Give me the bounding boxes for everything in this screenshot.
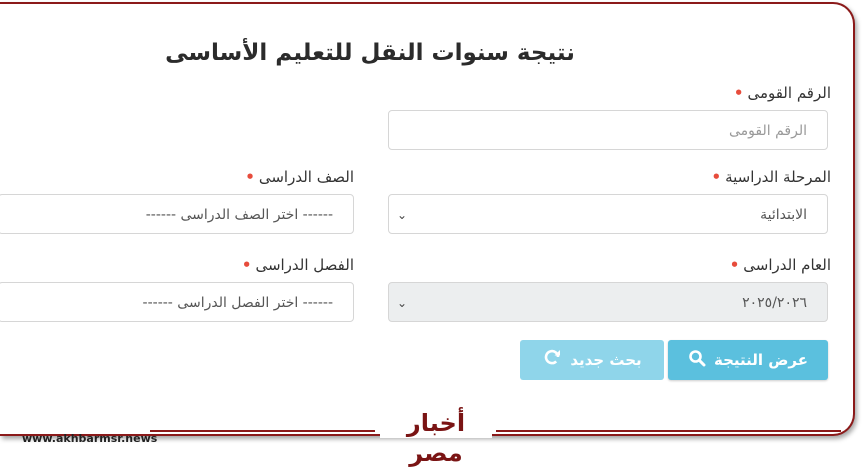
grade-value: ------ اختر الصف الدراسى ------ <box>145 207 333 223</box>
required-mark: • <box>711 168 722 186</box>
semester-label: الفصل الدراسى• <box>241 256 354 274</box>
grade-select[interactable]: ------ اختر الصف الدراسى ------ <box>0 194 354 234</box>
national-id-label: الرقم القومى• <box>733 84 831 102</box>
semester-select[interactable]: ------ اختر الفصل الدراسى ------ <box>0 282 354 322</box>
chevron-down-icon: ⌄ <box>397 208 408 222</box>
national-id-field[interactable]: الرقم القومى <box>388 110 828 150</box>
footer-rule-right <box>496 430 841 432</box>
year-select[interactable]: ٢٠٢٥/٢٠٢٦ ⌄ <box>388 282 828 322</box>
search-icon <box>688 349 706 371</box>
form-card: نتيجة سنوات النقل للتعليم الأساسى الرقم … <box>0 2 855 436</box>
semester-value: ------ اختر الفصل الدراسى ------ <box>142 295 333 311</box>
required-mark: • <box>729 256 740 274</box>
year-value: ٢٠٢٥/٢٠٢٦ <box>742 295 807 311</box>
page-title: نتيجة سنوات النقل للتعليم الأساسى <box>165 40 575 66</box>
show-result-button[interactable]: عرض النتيجة <box>668 340 828 380</box>
footer-rule-left <box>150 430 375 432</box>
stage-value: الابتدائية <box>760 207 807 223</box>
refresh-icon <box>542 348 562 372</box>
stage-select[interactable]: الابتدائية ⌄ <box>388 194 828 234</box>
new-search-button[interactable]: بحث جديد <box>520 340 664 380</box>
required-mark: • <box>241 256 252 274</box>
watermark-brand: أخبار مصر <box>380 408 492 467</box>
watermark-url: www.akhbarmsr.news <box>22 432 158 445</box>
required-mark: • <box>733 84 744 102</box>
required-mark: • <box>245 168 255 186</box>
stage-label: المرحلة الدراسية• <box>711 168 832 186</box>
chevron-down-icon: ⌄ <box>397 296 408 310</box>
grade-label: الصف الدراسى• <box>245 168 354 186</box>
year-label: العام الدراسى• <box>729 256 831 274</box>
national-id-placeholder: الرقم القومى <box>729 123 807 139</box>
